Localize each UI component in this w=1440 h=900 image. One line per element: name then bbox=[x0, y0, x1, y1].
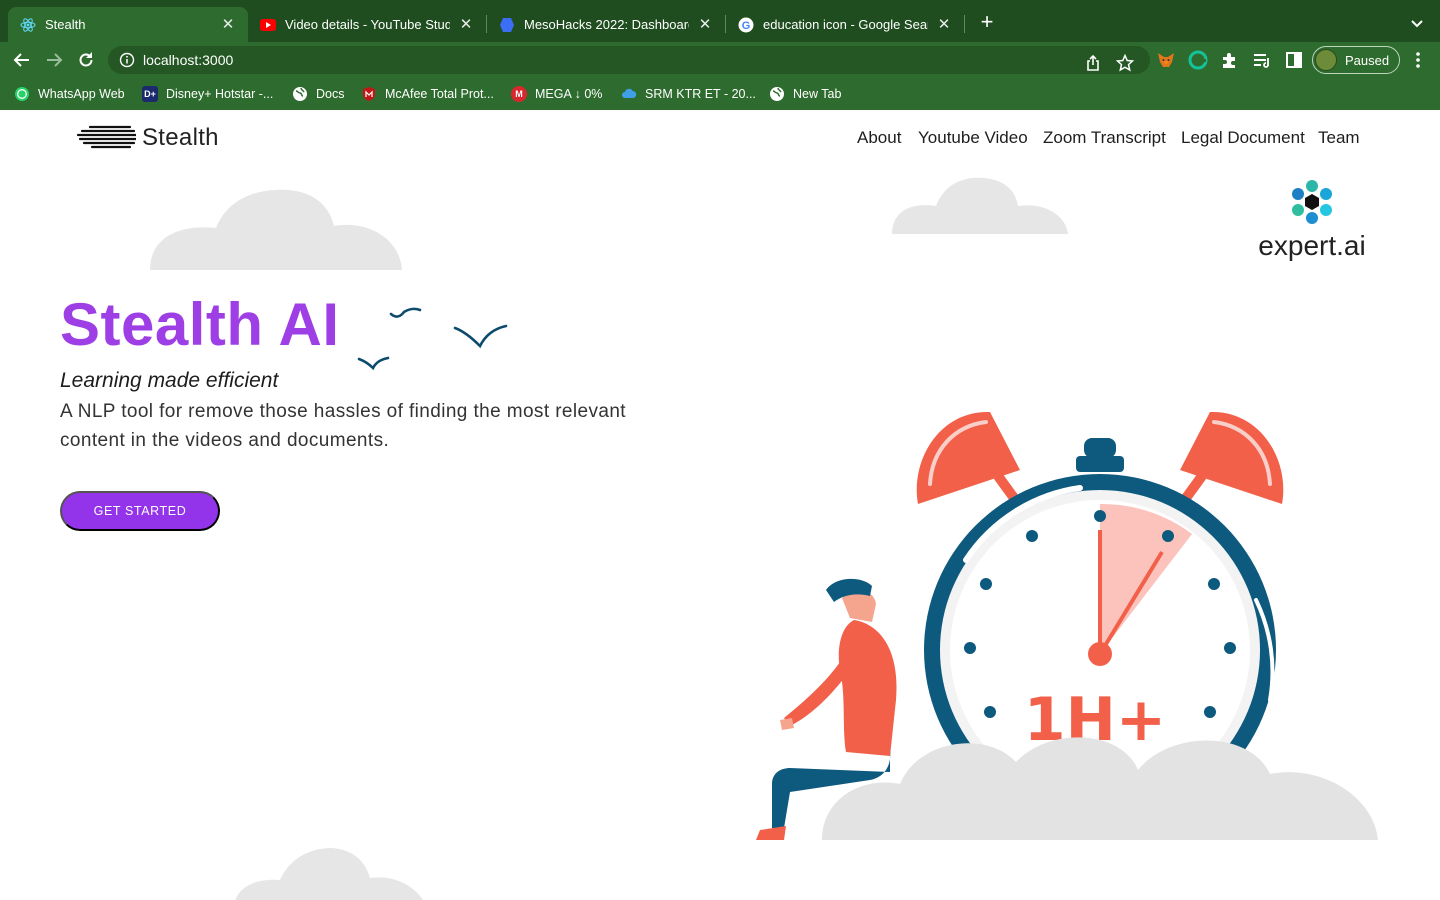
bookmark-label: MEGA ↓ 0% bbox=[535, 87, 603, 101]
svg-text:G: G bbox=[742, 20, 751, 32]
tab-strip: Stealth ✕ Video details - YouTube Studio… bbox=[0, 0, 1440, 42]
browser-toolbar: localhost:3000 Paused bbox=[0, 42, 1440, 78]
close-tab-icon[interactable]: ✕ bbox=[936, 16, 952, 33]
youtube-icon bbox=[260, 17, 276, 33]
bookmark-srm[interactable]: SRM KTR ET - 20... bbox=[621, 85, 756, 103]
brand-name: Stealth bbox=[142, 124, 219, 151]
tab-stealth[interactable]: Stealth ✕ bbox=[8, 7, 248, 42]
get-started-button[interactable]: GET STARTED bbox=[60, 491, 220, 531]
kebab-menu-icon[interactable] bbox=[1410, 50, 1426, 70]
close-tab-icon[interactable]: ✕ bbox=[220, 16, 236, 33]
nav-youtube-video[interactable]: Youtube Video bbox=[918, 128, 1028, 148]
side-panel-icon[interactable] bbox=[1284, 50, 1304, 70]
tab-divider bbox=[964, 15, 965, 33]
nav-legal-document[interactable]: Legal Document bbox=[1181, 128, 1305, 148]
close-tab-icon[interactable]: ✕ bbox=[697, 16, 713, 33]
bookmark-mcafee[interactable]: McAfee Total Prot... bbox=[361, 85, 494, 103]
mega-icon: M bbox=[511, 86, 527, 102]
hotstar-icon: D+ bbox=[142, 86, 158, 102]
globe-icon bbox=[769, 86, 785, 102]
bookmark-label: WhatsApp Web bbox=[38, 87, 125, 101]
expert-ai-wordmark: expert.ai bbox=[1258, 230, 1366, 261]
cloud-decoration bbox=[235, 848, 423, 900]
tab-google-search[interactable]: G education icon - Google Search ✕ bbox=[726, 7, 964, 42]
tab-title: Video details - YouTube Studio bbox=[285, 17, 450, 32]
globe-icon bbox=[292, 86, 308, 102]
bookmark-hotstar[interactable]: D+ Disney+ Hotstar -... bbox=[142, 85, 273, 103]
hero-tagline: Learning made efficient bbox=[60, 369, 279, 392]
tab-mesohacks[interactable]: MesoHacks 2022: Dashboard | ✕ bbox=[487, 7, 725, 42]
expert-ai-mark-icon bbox=[1292, 180, 1332, 224]
new-tab-button[interactable]: + bbox=[976, 11, 998, 34]
nav-zoom-transcript[interactable]: Zoom Transcript bbox=[1043, 128, 1166, 148]
bookmark-label: Docs bbox=[316, 87, 345, 101]
metamask-fox-icon[interactable] bbox=[1156, 50, 1176, 70]
cloud-icon bbox=[621, 86, 637, 102]
cloud-decoration bbox=[892, 177, 1068, 234]
extensions-puzzle-icon[interactable] bbox=[1220, 50, 1240, 70]
bookmark-docs[interactable]: Docs bbox=[292, 85, 344, 103]
bookmark-new-tab[interactable]: New Tab bbox=[769, 85, 841, 103]
tab-title: education icon - Google Search bbox=[763, 17, 928, 32]
avatar bbox=[1315, 49, 1337, 71]
google-icon: G bbox=[738, 17, 754, 33]
react-icon bbox=[20, 17, 36, 33]
bookmark-label: McAfee Total Prot... bbox=[385, 87, 494, 101]
web-page: Stealth About Youtube Video Zoom Transcr… bbox=[0, 110, 1440, 900]
bookmarks-bar: WhatsApp Web D+ Disney+ Hotstar -... Doc… bbox=[0, 78, 1440, 110]
clock-illustration: 1H+ bbox=[756, 411, 1378, 840]
nav-about[interactable]: About bbox=[857, 128, 901, 148]
bookmark-label: New Tab bbox=[793, 87, 842, 101]
devpost-icon bbox=[499, 17, 515, 33]
tab-title: Stealth bbox=[45, 17, 86, 32]
cloud-decoration bbox=[150, 189, 402, 270]
nav-team[interactable]: Team bbox=[1318, 128, 1360, 148]
hero-description: A NLP tool for remove those hassles of f… bbox=[60, 401, 626, 451]
back-arrow-icon[interactable] bbox=[12, 50, 32, 70]
site-logo[interactable]: Stealth bbox=[76, 124, 219, 152]
bookmark-mega[interactable]: M MEGA ↓ 0% bbox=[511, 85, 602, 103]
birds-decoration bbox=[357, 307, 508, 371]
info-icon[interactable] bbox=[119, 52, 135, 68]
url-text: localhost:3000 bbox=[143, 52, 234, 68]
forward-arrow-icon[interactable] bbox=[44, 50, 64, 70]
bookmark-label: SRM KTR ET - 20... bbox=[645, 87, 756, 101]
address-bar[interactable]: localhost:3000 bbox=[108, 46, 1150, 74]
tab-title: MesoHacks 2022: Dashboard | bbox=[524, 17, 689, 32]
grammarly-icon[interactable] bbox=[1188, 50, 1208, 70]
expert-ai-logo: expert.ai bbox=[1250, 180, 1374, 262]
profile-status: Paused bbox=[1345, 52, 1390, 68]
star-bookmark-icon[interactable] bbox=[1115, 53, 1135, 72]
reading-list-icon[interactable] bbox=[1252, 50, 1272, 70]
mcafee-icon bbox=[361, 86, 377, 102]
hero-title: Stealth AI bbox=[60, 291, 340, 358]
whatsapp-icon bbox=[14, 86, 30, 102]
share-icon[interactable] bbox=[1084, 54, 1102, 72]
profile-button[interactable]: Paused bbox=[1312, 46, 1400, 74]
bookmark-label: Disney+ Hotstar -... bbox=[166, 87, 274, 101]
reload-icon[interactable] bbox=[76, 50, 96, 70]
speed-lines-icon bbox=[76, 125, 136, 149]
tab-youtube-studio[interactable]: Video details - YouTube Studio ✕ bbox=[248, 7, 486, 42]
close-tab-icon[interactable]: ✕ bbox=[458, 16, 474, 33]
tab-search-chevron-icon[interactable] bbox=[1408, 14, 1426, 32]
bookmark-whatsapp[interactable]: WhatsApp Web bbox=[14, 85, 125, 103]
